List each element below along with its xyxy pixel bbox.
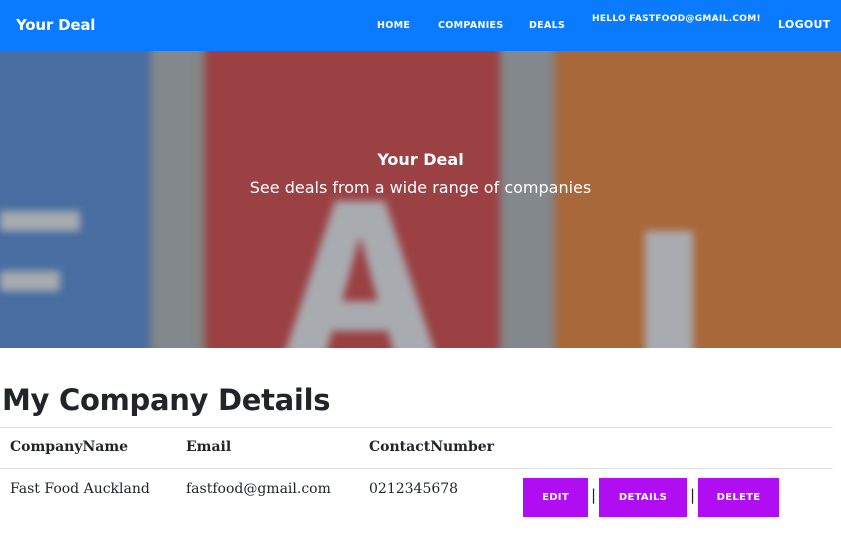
column-header-email: Email bbox=[186, 439, 232, 455]
action-separator: | bbox=[690, 486, 696, 504]
column-header-company-name: CompanyName bbox=[10, 439, 129, 455]
nav-link-companies[interactable]: COMPANIES bbox=[438, 20, 503, 31]
logout-link[interactable]: LOGOUT bbox=[778, 18, 831, 31]
table-divider bbox=[0, 468, 833, 469]
cell-company-name: Fast Food Auckland bbox=[10, 481, 150, 497]
top-navbar: Your Deal HOME COMPANIES DEALS HELLO FAS… bbox=[0, 0, 841, 51]
hero-banner: Your Deal See deals from a wide range of… bbox=[0, 51, 841, 348]
hero-overlay bbox=[0, 51, 841, 348]
delete-button[interactable]: DELETE bbox=[698, 478, 779, 517]
edit-button[interactable]: EDIT bbox=[523, 478, 588, 517]
table-divider bbox=[0, 427, 833, 428]
user-greeting-link[interactable]: HELLO FASTFOOD@GMAIL.COM! bbox=[592, 14, 761, 24]
details-button[interactable]: DETAILS bbox=[599, 478, 687, 517]
action-separator: | bbox=[591, 486, 597, 504]
cell-contact-number: 0212345678 bbox=[369, 481, 459, 497]
page-title: My Company Details bbox=[2, 383, 331, 417]
cell-email: fastfood@gmail.com bbox=[186, 481, 331, 497]
hero-title: Your Deal bbox=[377, 150, 464, 169]
brand-logo-link[interactable]: Your Deal bbox=[16, 16, 95, 34]
column-header-contact-number: ContactNumber bbox=[369, 439, 495, 455]
nav-link-deals[interactable]: DEALS bbox=[529, 20, 565, 31]
nav-link-home[interactable]: HOME bbox=[377, 20, 410, 31]
hero-subtitle: See deals from a wide range of companies bbox=[249, 178, 592, 197]
